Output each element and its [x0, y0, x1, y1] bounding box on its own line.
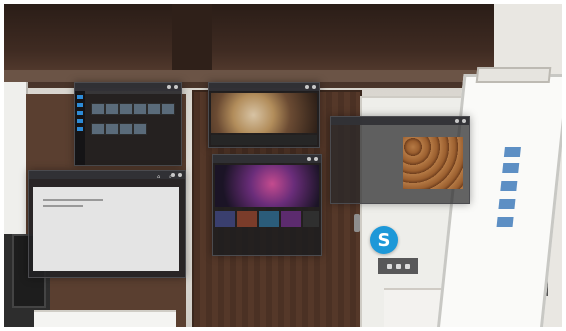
easel-note	[498, 199, 516, 209]
call-icon[interactable]	[386, 263, 392, 269]
photo-thumbnail[interactable]	[133, 123, 147, 135]
photos-nav-icon[interactable]	[77, 111, 83, 115]
edge-content	[33, 187, 179, 271]
edge-tool-icon[interactable]: ⌕	[169, 174, 172, 180]
photo-thumbnail[interactable]	[147, 103, 161, 115]
minimize-icon[interactable]	[307, 157, 311, 161]
food-detail-window[interactable]	[330, 116, 470, 204]
text-line	[43, 205, 83, 207]
minimize-icon[interactable]	[167, 85, 171, 89]
close-icon[interactable]	[174, 85, 178, 89]
food-titlebar[interactable]	[209, 83, 319, 91]
photos-window[interactable]	[74, 82, 182, 166]
photo-thumbnail[interactable]	[161, 103, 175, 115]
photos-nav-icon[interactable]	[77, 103, 83, 107]
photos-nav-icon[interactable]	[77, 95, 83, 99]
video-icon[interactable]	[395, 263, 401, 269]
ceiling-rail	[4, 70, 494, 82]
easel-note	[500, 181, 518, 191]
photos-titlebar[interactable]	[75, 83, 181, 91]
movie-tile[interactable]	[259, 211, 279, 227]
photo-thumbnail[interactable]	[133, 103, 147, 115]
close-icon[interactable]	[178, 173, 182, 177]
movies-hero-image[interactable]	[215, 165, 319, 207]
photo-thumbnail[interactable]	[105, 123, 119, 135]
minimize-icon[interactable]	[455, 119, 459, 123]
food-strip	[211, 135, 317, 145]
close-icon[interactable]	[312, 85, 316, 89]
movie-tile[interactable]	[237, 211, 257, 227]
food-window[interactable]	[208, 82, 320, 148]
photo-thumbnail[interactable]	[119, 103, 133, 115]
easel-top	[475, 67, 552, 83]
ceiling	[4, 4, 494, 82]
food-detail-titlebar[interactable]	[331, 117, 469, 125]
skype-controls[interactable]	[378, 258, 418, 274]
food-hero-image[interactable]	[211, 93, 317, 133]
photo-thumbnail[interactable]	[91, 103, 105, 115]
photos-nav-icon[interactable]	[77, 119, 83, 123]
movie-tile[interactable]	[215, 211, 235, 227]
edge-titlebar[interactable]	[29, 171, 185, 179]
easel-note	[502, 163, 520, 173]
movies-window[interactable]	[212, 154, 322, 256]
photos-sidebar	[75, 91, 85, 165]
edge-tool-icon[interactable]: ⌂	[157, 174, 160, 180]
photos-nav-icon[interactable]	[77, 127, 83, 131]
minimize-icon[interactable]	[305, 85, 309, 89]
photo-thumbnail[interactable]	[119, 123, 133, 135]
close-icon[interactable]	[462, 119, 466, 123]
easel-note	[503, 147, 521, 157]
movies-titlebar[interactable]	[213, 155, 321, 163]
skype-icon[interactable]: S	[370, 226, 398, 254]
movie-tile[interactable]	[303, 211, 319, 227]
easel-note	[496, 217, 514, 227]
text-line	[43, 199, 103, 201]
movie-tile[interactable]	[281, 211, 301, 227]
almonds-photo[interactable]	[403, 137, 463, 189]
more-icon[interactable]	[404, 263, 410, 269]
photo-thumbnail[interactable]	[105, 103, 119, 115]
photo-thumbnail[interactable]	[91, 123, 105, 135]
holographic-scene: ⌂ ⌕ S	[4, 4, 562, 327]
movies-tiles	[215, 211, 319, 251]
edge-window[interactable]: ⌂ ⌕	[28, 170, 186, 278]
door-handle	[354, 214, 360, 232]
close-icon[interactable]	[314, 157, 318, 161]
desk-left	[34, 310, 176, 327]
